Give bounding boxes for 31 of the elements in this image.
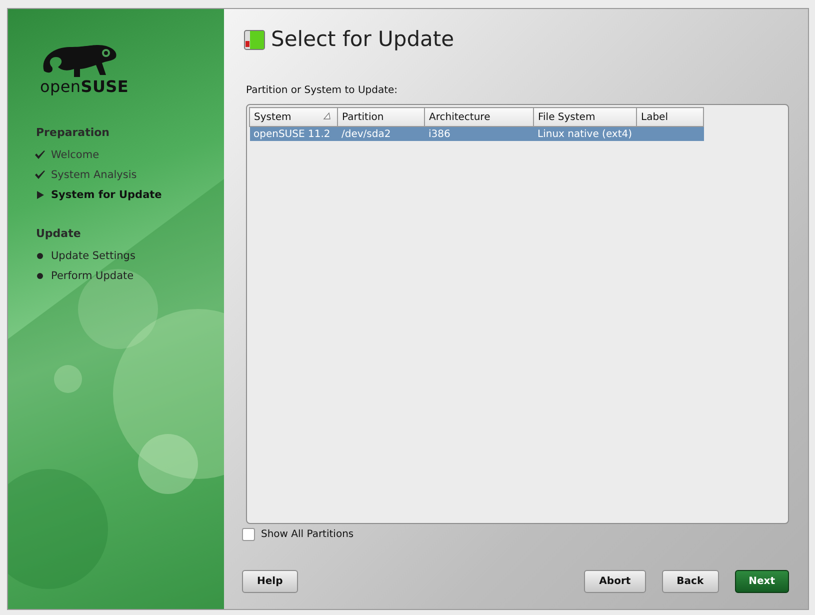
dialog-button[interactable]: Abort xyxy=(584,570,646,593)
checkmark-icon xyxy=(34,149,46,161)
table-cell: Linux native (ext4) xyxy=(534,126,636,141)
page-title: Select for Update xyxy=(271,27,454,51)
column-header[interactable]: Label xyxy=(636,108,704,126)
section-heading: Update xyxy=(36,227,82,240)
dialog-button[interactable]: Back xyxy=(662,570,719,593)
step-label: Welcome xyxy=(51,149,100,161)
column-header[interactable]: Partition xyxy=(338,108,424,126)
step-label: Perform Update xyxy=(51,270,134,282)
dialog-button[interactable]: Help xyxy=(242,570,298,593)
column-header[interactable]: File System xyxy=(534,108,636,126)
checkbox[interactable] xyxy=(242,528,255,541)
update-icon xyxy=(244,28,265,50)
section-heading: Preparation xyxy=(36,126,111,139)
checkbox-label[interactable]: Show All Partitions xyxy=(261,529,354,540)
list-label: Partition or System to Update: xyxy=(246,85,399,96)
column-header[interactable]: Architecture xyxy=(424,108,534,126)
step-label: System Analysis xyxy=(51,169,137,181)
logo-text: openSUSE xyxy=(40,77,129,96)
step-label: System for Update xyxy=(51,189,162,201)
column-header[interactable]: System xyxy=(250,108,338,126)
arrow-icon xyxy=(34,189,46,201)
table-cell: /dev/sda2 xyxy=(338,126,424,141)
bullet-icon xyxy=(34,250,46,262)
step-label: Update Settings xyxy=(51,250,136,262)
checkmark-icon xyxy=(34,169,46,181)
bullet-icon xyxy=(34,270,46,282)
dialog-button[interactable]: Next xyxy=(734,570,789,593)
table-cell: i386 xyxy=(424,126,534,141)
table-cell: openSUSE 11.2 xyxy=(250,126,338,141)
